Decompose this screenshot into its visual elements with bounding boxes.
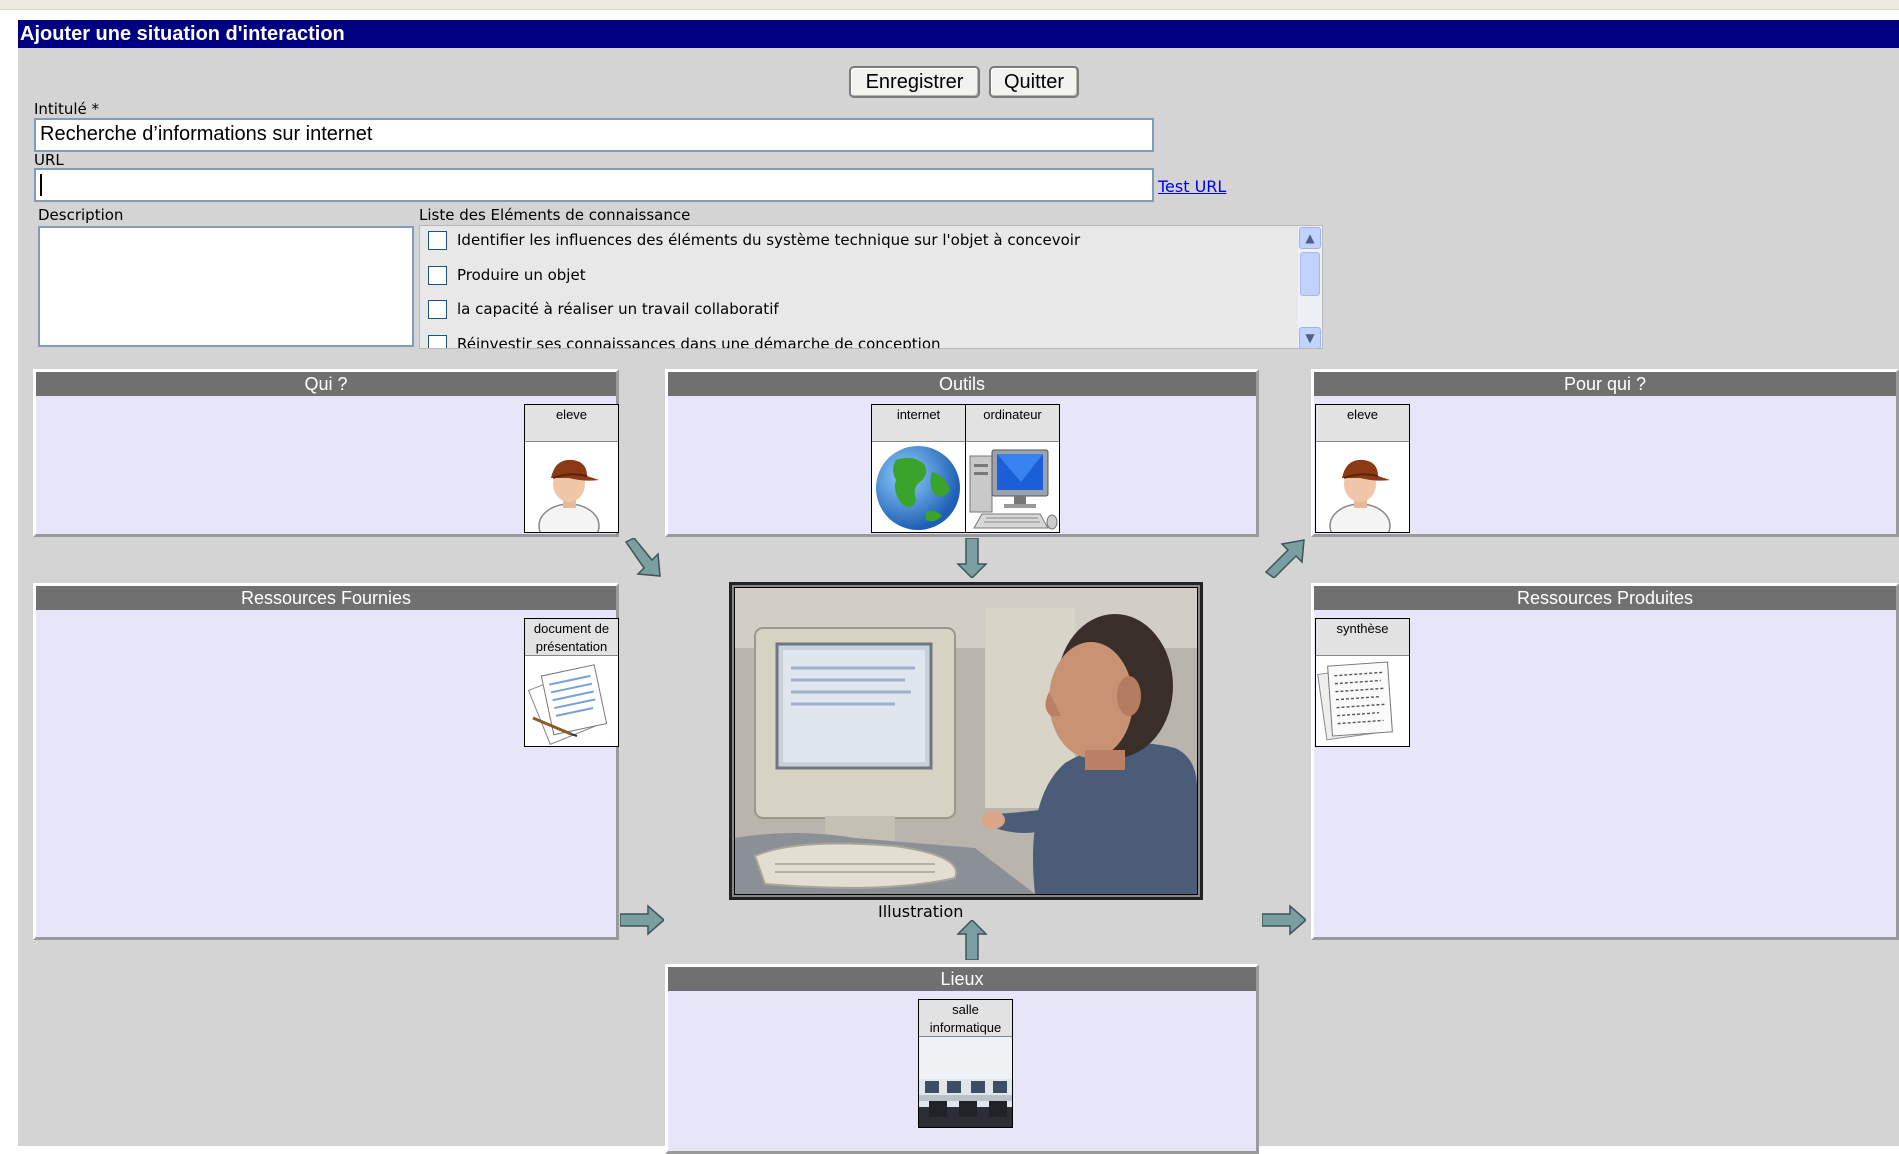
globe-icon xyxy=(872,442,965,532)
dialog-title: Ajouter une situation d'interaction xyxy=(18,20,1899,48)
panel-pour-qui: Pour qui ? eleve xyxy=(1311,369,1899,537)
panel-lieux: Lieux salle informatique xyxy=(665,964,1259,1154)
knowledge-checkbox[interactable] xyxy=(428,231,447,250)
description-textarea[interactable] xyxy=(38,226,414,347)
card-label: ordinateur xyxy=(966,405,1059,442)
url-label: URL xyxy=(34,151,64,169)
knowledge-checkbox[interactable] xyxy=(428,266,447,285)
panel-qui-title: Qui ? xyxy=(36,372,616,396)
card-label: eleve xyxy=(525,405,618,442)
card-label: synthèse xyxy=(1316,619,1409,656)
student-icon xyxy=(1316,442,1409,532)
browser-top-strip xyxy=(0,0,1899,10)
knowledge-list: Identifier les influences des éléments d… xyxy=(419,225,1323,349)
card-salle-informatique[interactable]: salle informatique xyxy=(918,999,1013,1128)
knowledge-item: la capacité à réaliser un travail collab… xyxy=(428,300,779,330)
test-url-link[interactable]: Test URL xyxy=(1158,177,1226,196)
classroom-photo xyxy=(919,1037,1012,1127)
knowledge-item: Produire un objet xyxy=(428,266,586,296)
url-input[interactable] xyxy=(34,168,1154,202)
panel-outils-title: Outils xyxy=(668,372,1256,396)
panel-qui: Qui ? eleve xyxy=(33,369,619,537)
panel-ressources-fournies-title: Ressources Fournies xyxy=(36,586,616,610)
arrow-up-right-icon xyxy=(1264,539,1305,578)
illustration-caption: Illustration xyxy=(878,902,964,921)
notes-icon xyxy=(1316,656,1409,746)
knowledge-item-label: Identifier les influences des éléments d… xyxy=(457,231,1081,249)
scroll-down-icon[interactable]: ▼ xyxy=(1299,327,1321,348)
quit-button[interactable]: Quitter xyxy=(989,66,1079,98)
text-caret xyxy=(40,173,42,196)
student-icon xyxy=(525,442,618,532)
title-label: Intitulé * xyxy=(34,100,100,118)
document-icon xyxy=(525,656,618,746)
panel-ressources-produites: Ressources Produites synthèse xyxy=(1311,583,1899,940)
card-synthese[interactable]: synthèse xyxy=(1315,618,1410,747)
panel-ressources-produites-title: Ressources Produites xyxy=(1314,586,1896,610)
knowledge-checkbox[interactable] xyxy=(428,335,447,348)
arrow-right-icon xyxy=(1262,904,1306,936)
knowledge-scrollbar[interactable]: ▲ ▼ xyxy=(1298,226,1322,348)
knowledge-checkbox[interactable] xyxy=(428,300,447,319)
knowledge-list-label: Liste des Eléments de connaissance xyxy=(419,206,691,224)
illustration-image xyxy=(729,582,1203,900)
scroll-up-icon[interactable]: ▲ xyxy=(1299,227,1321,249)
panel-lieux-title: Lieux xyxy=(668,967,1256,991)
arrow-down-right-icon xyxy=(624,538,661,577)
knowledge-item-label: Produire un objet xyxy=(457,266,586,284)
card-internet[interactable]: internet xyxy=(871,404,966,533)
card-eleve[interactable]: eleve xyxy=(524,404,619,533)
card-label: internet xyxy=(872,405,965,442)
title-input[interactable]: Recherche d’informations sur internet xyxy=(34,118,1154,152)
arrow-up-icon xyxy=(956,920,988,960)
card-ordinateur[interactable]: ordinateur xyxy=(965,404,1060,533)
knowledge-item-label: la capacité à réaliser un travail collab… xyxy=(457,300,779,318)
card-label: document de présentation xyxy=(525,619,618,656)
panel-outils: Outils internet ordinateur xyxy=(665,369,1259,537)
knowledge-item-label: Réinvestir ses connaissances dans une dé… xyxy=(457,335,941,349)
card-label: eleve xyxy=(1316,405,1409,442)
knowledge-item: Réinvestir ses connaissances dans une dé… xyxy=(428,335,941,349)
arrow-right-icon xyxy=(620,904,664,936)
arrow-down-icon xyxy=(956,538,988,578)
knowledge-item: Identifier les influences des éléments d… xyxy=(428,231,1080,261)
card-label: salle informatique xyxy=(919,1000,1012,1037)
computer-icon xyxy=(966,442,1059,532)
card-eleve[interactable]: eleve xyxy=(1315,404,1410,533)
dialog-frame: Ajouter une situation d'interaction Enre… xyxy=(18,20,1899,1154)
card-document-presentation[interactable]: document de présentation xyxy=(524,618,619,747)
scroll-thumb[interactable] xyxy=(1300,252,1320,296)
panel-pour-qui-title: Pour qui ? xyxy=(1314,372,1896,396)
panel-ressources-fournies: Ressources Fournies document de présenta… xyxy=(33,583,619,940)
save-button[interactable]: Enregistrer xyxy=(849,66,980,98)
description-label: Description xyxy=(38,206,124,224)
